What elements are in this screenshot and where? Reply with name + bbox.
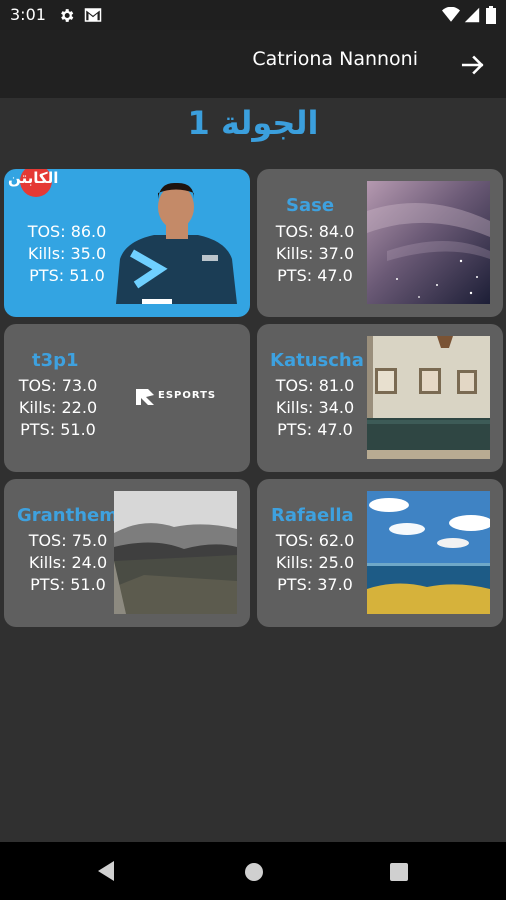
- player-kills: Kills: 24.0: [28, 553, 108, 572]
- player-card-t3p1[interactable]: t3p1 TOS: 73.0 Kills: 22.0 PTS: 51.0 ESP…: [4, 324, 250, 472]
- battery-icon: [486, 6, 496, 24]
- player-card-sase[interactable]: Sase TOS: 84.0 Kills: 37.0 PTS: 47.0: [257, 169, 503, 317]
- player-kills: Kills: 34.0: [275, 398, 355, 417]
- settings-icon: [61, 9, 74, 22]
- player-pts: PTS: 47.0: [277, 266, 353, 285]
- player-pts: PTS: 37.0: [277, 575, 353, 594]
- player-stats: TOS: 75.0 Kills: 24.0 PTS: 51.0: [22, 530, 114, 596]
- player-name: t3p1: [32, 350, 79, 371]
- player-stats: TOS: 84.0 Kills: 37.0 PTS: 47.0: [269, 221, 361, 287]
- player-tos: TOS: 81.0: [275, 376, 355, 395]
- wifi-icon: [442, 7, 460, 22]
- navigation-bar: [0, 842, 506, 900]
- status-bar: 3:01: [0, 0, 506, 30]
- status-time: 3:01: [10, 5, 46, 24]
- player-tos: TOS: 62.0: [275, 531, 355, 550]
- back-icon[interactable]: [96, 860, 116, 882]
- gmail-icon: [84, 8, 102, 22]
- player-card-katuscha[interactable]: Katuscha TOS: 81.0 Kills: 34.0 PTS: 47.0: [257, 324, 503, 472]
- player-tos: TOS: 86.0: [27, 222, 107, 241]
- player-pts: PTS: 51.0: [30, 575, 106, 594]
- signal-icon: [464, 7, 480, 23]
- user-name: Catriona Nannoni: [252, 48, 418, 70]
- player-kills: Kills: 25.0: [275, 553, 355, 572]
- sea-photo: [367, 491, 490, 614]
- player-card-granthem[interactable]: Granthem TOS: 75.0 Kills: 24.0 PTS: 51.0: [4, 479, 250, 627]
- home-icon[interactable]: [244, 862, 264, 882]
- captain-label: الكابتن: [8, 169, 59, 187]
- player-kills: Kills: 37.0: [275, 244, 355, 263]
- player-pts: PTS: 51.0: [20, 420, 96, 439]
- night-sky-photo: [367, 181, 490, 304]
- player-stats: TOS: 86.0 Kills: 35.0 PTS: 51.0: [22, 221, 112, 287]
- player-photo: [114, 181, 237, 304]
- player-stats: TOS: 62.0 Kills: 25.0 PTS: 37.0: [269, 530, 361, 596]
- player-stats: TOS: 81.0 Kills: 34.0 PTS: 47.0: [269, 375, 361, 441]
- player-kills: Kills: 35.0: [27, 244, 107, 263]
- logo-text: ESPORTS: [158, 390, 217, 401]
- player-pts: PTS: 51.0: [29, 266, 105, 285]
- player-name: Rafaella: [271, 505, 354, 526]
- player-tos: TOS: 73.0: [18, 376, 98, 395]
- room-interior-photo: [367, 336, 490, 459]
- player-kills: Kills: 22.0: [18, 398, 98, 417]
- recents-icon[interactable]: [389, 862, 409, 882]
- esports-logo: ESPORTS: [134, 387, 217, 409]
- player-name: Granthem: [17, 505, 118, 526]
- app-bar: Catriona Nannoni: [0, 30, 506, 98]
- mountain-photo: [114, 491, 237, 614]
- player-name: Katuscha: [270, 350, 364, 371]
- arrow-forward-icon[interactable]: [460, 52, 486, 78]
- player-pts: PTS: 47.0: [277, 420, 353, 439]
- player-card-rafaella[interactable]: Rafaella TOS: 62.0 Kills: 25.0 PTS: 37.0: [257, 479, 503, 627]
- player-name: Sase: [286, 195, 335, 216]
- player-tos: TOS: 75.0: [28, 531, 108, 550]
- player-card-captain[interactable]: TOS: 86.0 Kills: 35.0 PTS: 51.0 الكابتن: [4, 169, 250, 317]
- round-title: الجولة 1: [187, 104, 319, 142]
- player-tos: TOS: 84.0: [275, 222, 355, 241]
- player-stats: TOS: 73.0 Kills: 22.0 PTS: 51.0: [10, 375, 106, 441]
